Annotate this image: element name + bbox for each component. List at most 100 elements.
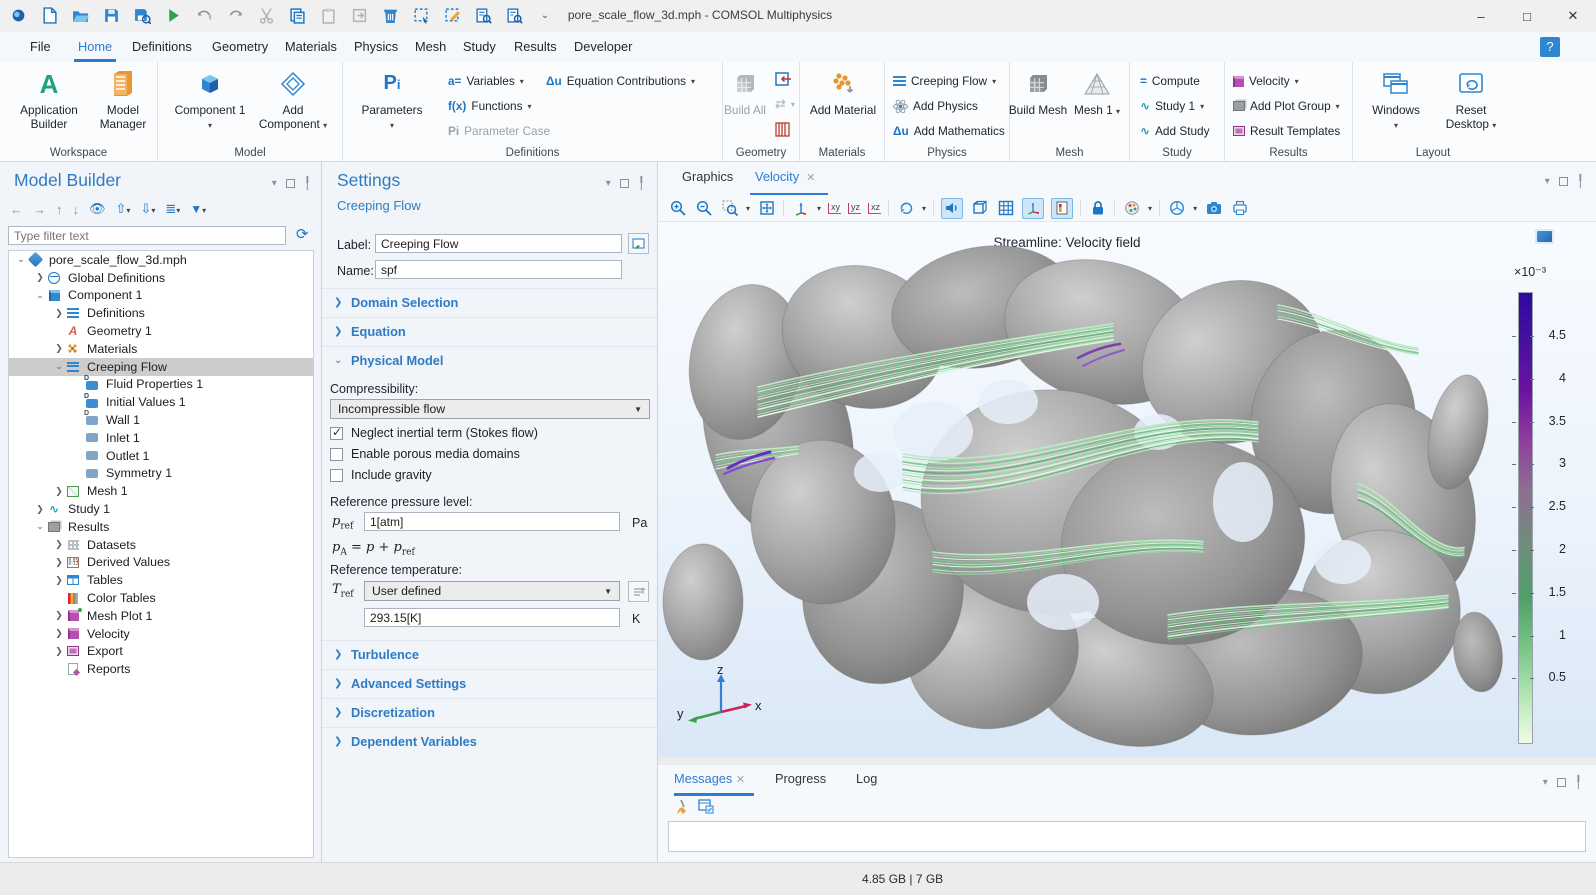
tab-log[interactable]: Log xyxy=(856,771,877,786)
chevron-down-icon[interactable]: ⌄ xyxy=(34,290,46,301)
tree-item-color-tables[interactable]: Color Tables xyxy=(9,589,313,607)
section-dependent-variables[interactable]: ❯Dependent Variables xyxy=(322,727,657,755)
show-legend-toggle[interactable] xyxy=(1051,198,1073,219)
chevron-down-icon[interactable]: ▾ xyxy=(1148,204,1152,213)
tree-item-datasets[interactable]: ❯Datasets xyxy=(9,536,313,554)
menu-definitions[interactable]: Definitions xyxy=(128,37,196,62)
zoom-extents-icon[interactable] xyxy=(757,199,776,218)
tree-item-creeping-flow[interactable]: ⌄Creeping Flow xyxy=(9,358,313,376)
chevron-right-icon[interactable]: ❯ xyxy=(53,539,65,550)
model-tree-nodes-icon[interactable]: ≣▾ xyxy=(165,201,180,217)
section-turbulence[interactable]: ❯Turbulence xyxy=(322,640,657,668)
new-file-icon[interactable] xyxy=(39,5,59,25)
view-xz-icon[interactable]: xz xyxy=(868,203,881,214)
menu-mesh[interactable]: Mesh xyxy=(411,37,450,62)
redo-icon[interactable] xyxy=(225,5,245,25)
add-mathematics-button[interactable]: Δu Add Mathematics xyxy=(893,120,1005,142)
chevron-right-icon[interactable]: ❯ xyxy=(34,272,46,283)
menu-physics[interactable]: Physics xyxy=(350,37,402,62)
model-manager-button[interactable]: Model Manager xyxy=(84,68,162,131)
application-builder-button[interactable]: A Application Builder xyxy=(10,68,88,131)
add-plot-group-button[interactable]: Add Plot Group▾ xyxy=(1233,95,1340,117)
import-geometry-icon[interactable] xyxy=(775,68,792,90)
rename-button[interactable] xyxy=(628,233,649,254)
filter-icon[interactable]: ▼▾ xyxy=(190,202,206,216)
component-1-button[interactable]: Component 1 ▾ xyxy=(171,68,249,133)
float-panel-icon[interactable] xyxy=(620,179,629,188)
tree-item-export[interactable]: ❯Export xyxy=(9,643,313,661)
result-templates-button[interactable]: Result Templates xyxy=(1233,120,1340,142)
close-tab-icon[interactable]: ✕ xyxy=(806,172,815,184)
save-to-model-manager-icon[interactable] xyxy=(132,5,152,25)
expand-all-icon[interactable]: ⇧▾ xyxy=(116,201,131,217)
show-axis-toggle[interactable] xyxy=(1022,198,1044,219)
chevron-right-icon[interactable]: ❯ xyxy=(53,343,65,354)
tree-item-wall-1[interactable]: Wall 1 xyxy=(9,411,313,429)
add-material-button[interactable]: Add Material xyxy=(804,68,882,117)
section-discretization[interactable]: ❯Discretization xyxy=(322,698,657,726)
snapshot-icon[interactable] xyxy=(1204,199,1223,218)
study-1-button[interactable]: ∿ Study 1▾ xyxy=(1140,95,1204,117)
color-palette-icon[interactable] xyxy=(1122,199,1141,218)
rotate-icon[interactable] xyxy=(896,199,915,218)
chevron-down-icon[interactable]: ▾ xyxy=(746,204,750,213)
scene-sound-toggle[interactable] xyxy=(941,198,963,219)
tree-item-reports[interactable]: Reports xyxy=(9,660,313,678)
lock-view-icon[interactable] xyxy=(1088,199,1107,218)
close-button[interactable]: ✕ xyxy=(1550,0,1596,32)
refresh-icon[interactable]: ⟳ xyxy=(296,225,309,243)
menu-file[interactable]: File xyxy=(26,37,55,62)
physics-interface-button[interactable]: Creeping Flow▾ xyxy=(893,70,996,92)
back-icon[interactable]: ← xyxy=(10,202,23,217)
move-down-icon[interactable]: ↓ xyxy=(73,202,80,217)
default-3d-view-icon[interactable] xyxy=(791,199,810,218)
checkbox-include-gravity[interactable]: Include gravity xyxy=(330,467,432,483)
tree-item-geometry-1[interactable]: AGeometry 1 xyxy=(9,322,313,340)
view-xy-icon[interactable]: xy xyxy=(828,203,841,214)
menu-results[interactable]: Results xyxy=(510,37,561,62)
close-tab-icon[interactable]: ✕ xyxy=(736,774,745,786)
compute-button[interactable]: = Compute xyxy=(1140,70,1200,92)
menu-home[interactable]: Home xyxy=(74,37,116,62)
message-options-icon[interactable] xyxy=(698,799,714,818)
find-icon[interactable] xyxy=(473,5,493,25)
save-icon[interactable] xyxy=(101,5,121,25)
tree-item-mesh-1[interactable]: ❯Mesh 1 xyxy=(9,482,313,500)
add-component-button[interactable]: Add Component ▾ xyxy=(254,68,332,133)
tab-messages[interactable]: Messages ✕ xyxy=(674,771,745,786)
velocity-plot-button[interactable]: Velocity▾ xyxy=(1233,70,1299,92)
chevron-right-icon[interactable]: ❯ xyxy=(53,308,65,319)
panel-menu-icon[interactable]: ▾ xyxy=(1545,176,1550,187)
chevron-down-icon[interactable]: ⌄ xyxy=(53,361,65,372)
graphics-canvas[interactable]: Streamline: Velocity field z xyxy=(658,222,1596,757)
collapse-all-icon[interactable]: ⇩▾ xyxy=(140,201,155,217)
tree-item-outlet-1[interactable]: Outlet 1 xyxy=(9,447,313,465)
float-panel-icon[interactable] xyxy=(1557,778,1566,787)
section-advanced-settings[interactable]: ❯Advanced Settings xyxy=(322,669,657,697)
checkbox-porous-media[interactable]: Enable porous media domains xyxy=(330,446,520,462)
panel-menu-icon[interactable]: ▾ xyxy=(1543,777,1548,788)
menu-study[interactable]: Study xyxy=(459,37,500,62)
tree-item-fluid-properties-1[interactable]: Fluid Properties 1 xyxy=(9,376,313,394)
windows-button[interactable]: Windows▾ xyxy=(1361,68,1431,133)
menu-materials[interactable]: Materials xyxy=(281,37,341,62)
ref-temp-input[interactable] xyxy=(364,608,620,627)
add-physics-button[interactable]: Add Physics xyxy=(893,95,978,117)
view-yz-icon[interactable]: yz xyxy=(848,203,861,214)
help-button[interactable]: ? xyxy=(1540,37,1560,57)
variables-button[interactable]: a= Variables▾ xyxy=(448,70,524,92)
float-panel-icon[interactable] xyxy=(1559,177,1568,186)
zoom-selected-icon[interactable] xyxy=(720,199,739,218)
zoom-in-icon[interactable] xyxy=(668,199,687,218)
tree-item-study-1[interactable]: ❯∿Study 1 xyxy=(9,500,313,518)
environment-icon[interactable] xyxy=(1167,199,1186,218)
open-file-icon[interactable] xyxy=(70,5,90,25)
tree-item-component-1[interactable]: ⌄Component 1 xyxy=(9,287,313,305)
select-box-icon[interactable] xyxy=(411,5,431,25)
transparency-toggle[interactable] xyxy=(970,199,989,218)
name-input[interactable] xyxy=(375,260,622,279)
print-icon[interactable] xyxy=(1230,199,1249,218)
show-icon[interactable]: 👁 xyxy=(89,201,106,217)
chevron-down-icon[interactable]: ⌄ xyxy=(34,521,46,532)
menu-developer[interactable]: Developer xyxy=(570,37,636,62)
